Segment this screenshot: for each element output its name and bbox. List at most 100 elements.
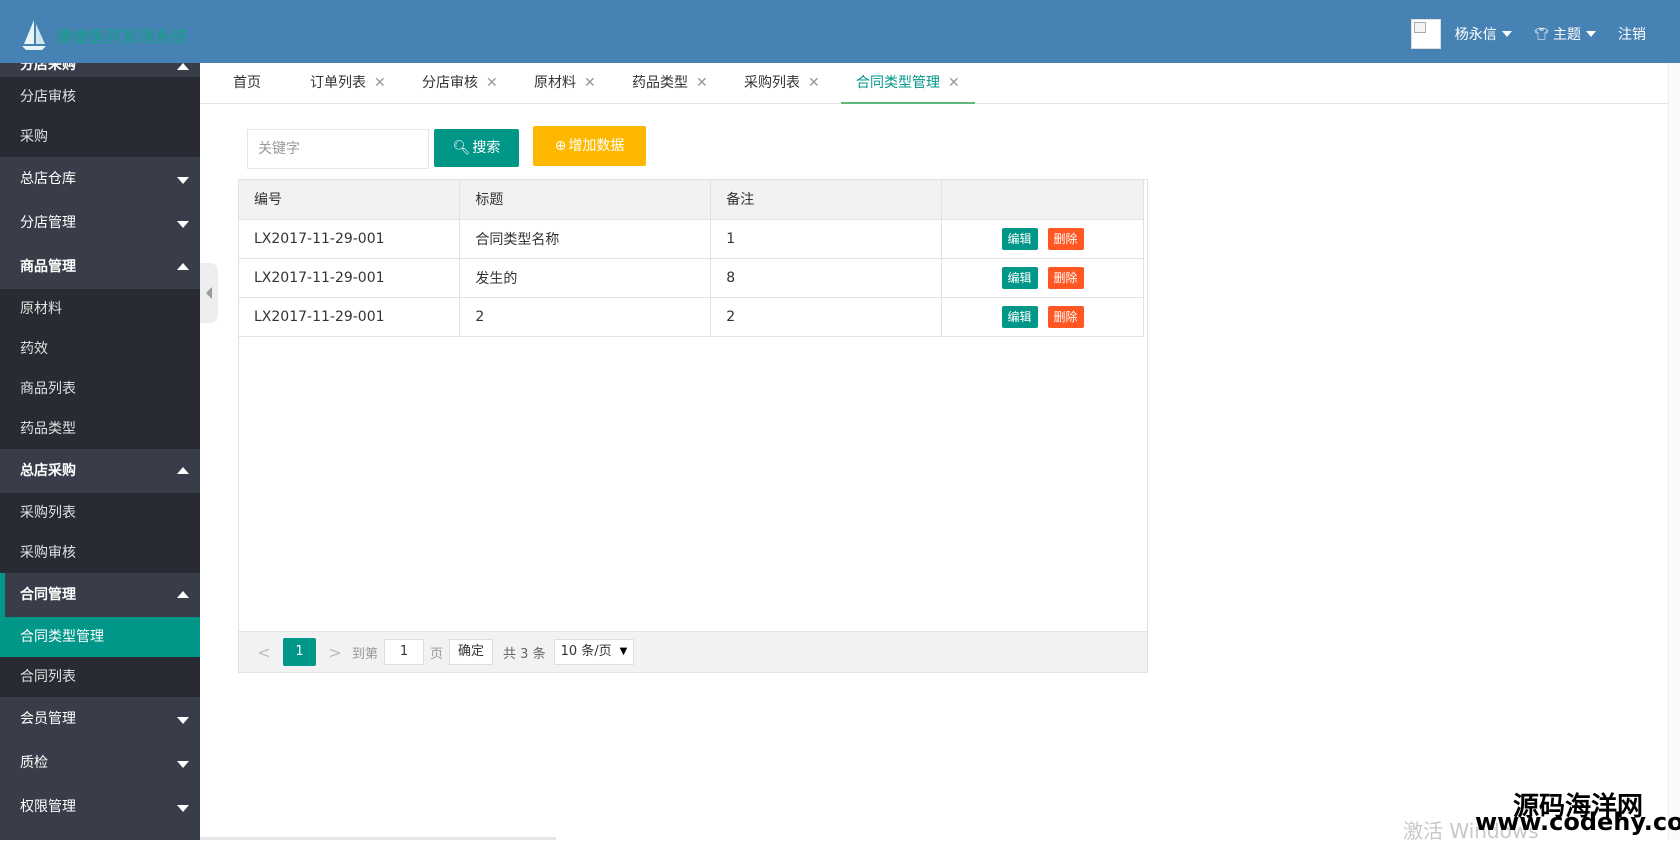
close-icon[interactable]: ✕ [808, 75, 820, 91]
sidebar-group-member[interactable]: 会员管理 [0, 697, 200, 741]
cell-id: LX2017-11-29-001 [239, 258, 461, 298]
edit-button[interactable]: 编辑 [1001, 305, 1038, 328]
sidebar-group-contract[interactable]: 合同管理 [0, 573, 200, 617]
cell-actions: 编辑 删除 [941, 258, 1144, 298]
column-header-id: 编号 [239, 180, 461, 220]
app-title: 康捷医药管理系统 [56, 27, 189, 46]
column-header-actions [941, 180, 1144, 220]
goto-confirm-button[interactable]: 确定 [449, 639, 494, 665]
tab-branch-review[interactable]: 分店审核 ✕ [422, 63, 498, 104]
close-icon[interactable]: ✕ [584, 75, 596, 91]
sidebar-item-branch-review[interactable]: 分店审核 [0, 77, 200, 117]
delete-button[interactable]: 删除 [1047, 266, 1084, 289]
sidebar-item-contract-type[interactable]: 合同类型管理 [0, 617, 200, 657]
tab-raw-material[interactable]: 原材料 ✕ [534, 63, 596, 104]
theme-label: 主题 [1553, 26, 1581, 43]
cell-title: 发生的 [459, 258, 712, 298]
tab-label: 首页 [233, 75, 261, 91]
header-scroll-strip [1668, 2, 1680, 65]
table-row: LX2017-11-29-001 合同类型名称 1 编辑 删除 [239, 219, 1144, 259]
tab-home[interactable]: 首页 [233, 63, 261, 104]
sidebar-item-label: 合同管理 [20, 587, 76, 603]
table-row: LX2017-11-29-001 发生的 8 编辑 删除 [239, 258, 1144, 298]
sidebar-item-contract-list[interactable]: 合同列表 [0, 657, 200, 697]
tab-purchase-list[interactable]: 采购列表 ✕ [744, 63, 820, 104]
avatar[interactable] [1410, 18, 1441, 49]
sidebar-item-label: 权限管理 [20, 799, 76, 815]
cell-note: 8 [710, 258, 943, 298]
sidebar-item-label: 分店管理 [20, 215, 76, 231]
goto-label: 到第 [352, 646, 379, 662]
sidebar-item-purchase-review[interactable]: 采购审核 [0, 533, 200, 573]
chevron-down-icon [1501, 30, 1512, 37]
chevron-down-icon [1586, 30, 1596, 37]
sidebar-item-purchase-list[interactable]: 采购列表 [0, 493, 200, 533]
data-table: 编号 标题 备注 LX2017-11-29-001 合同类型名称 1 编辑 删除 … [238, 179, 1148, 673]
sidebar-item-label: 分店采购 [20, 63, 76, 73]
close-icon[interactable]: ✕ [486, 75, 498, 91]
tab-bar: 首页 订单列表 ✕ 分店审核 ✕ 原材料 ✕ 药品类型 ✕ 采购列表 ✕ 合同类型管理 ✕ [200, 63, 1680, 104]
shirt-icon: 👕︎ [1533, 26, 1549, 41]
app-logo[interactable]: 康捷医药管理系统 [20, 18, 188, 52]
sidebar-collapse-handle[interactable] [200, 263, 218, 323]
chevron-up-icon [177, 263, 189, 270]
sidebar-item-goods-list[interactable]: 商品列表 [0, 369, 200, 409]
goto-page-input[interactable]: 1 [384, 639, 425, 665]
sidebar-item-label: 会员管理 [20, 711, 76, 727]
cell-id: LX2017-11-29-001 [239, 297, 461, 337]
chevron-down-icon [177, 717, 189, 724]
table-row: LX2017-11-29-001 2 2 编辑 删除 [239, 297, 1144, 337]
close-icon[interactable]: ✕ [374, 75, 386, 91]
search-input[interactable]: 关键字 [247, 129, 429, 169]
cell-note: 1 [710, 219, 943, 259]
sidebar-group-quality[interactable]: 质检 [0, 741, 200, 785]
chevron-up-icon [177, 591, 189, 598]
sidebar-group-goods[interactable]: 商品管理 [0, 245, 200, 289]
cell-actions: 编辑 删除 [941, 297, 1144, 337]
search-button[interactable]: 🔍︎ 搜索 [434, 129, 519, 167]
sidebar-item-label: 总店采购 [20, 463, 76, 479]
delete-button[interactable]: 删除 [1047, 305, 1084, 328]
page-size-select[interactable]: 10 条/页 ▼ [553, 639, 635, 665]
edit-button[interactable]: 编辑 [1001, 227, 1038, 250]
sidebar-group-branch-purchase[interactable]: 分店采购 [0, 63, 200, 77]
sidebar: 分店采购 分店审核 采购 总店仓库 分店管理 商品管理 原材料 药效 商品列表 … [0, 63, 200, 840]
tab-order-list[interactable]: 订单列表 ✕ [310, 63, 386, 104]
next-page-button[interactable]: > [324, 643, 346, 662]
sidebar-group-permission[interactable]: 权限管理 [0, 785, 200, 829]
cell-actions: 编辑 删除 [941, 219, 1144, 259]
current-page[interactable]: 1 [283, 638, 316, 666]
tab-label: 订单列表 [310, 75, 366, 91]
tab-drug-type[interactable]: 药品类型 ✕ [632, 63, 708, 104]
search-icon: 🔍︎ [452, 140, 471, 156]
sidebar-item-label: 总店仓库 [20, 171, 76, 187]
user-menu[interactable]: 杨永信 [1455, 24, 1512, 44]
sidebar-item-drug-type[interactable]: 药品类型 [0, 409, 200, 449]
theme-menu[interactable]: 👕︎ 主题 [1534, 24, 1596, 44]
total-count: 共 3 条 [503, 646, 546, 662]
page-scrollbar[interactable] [1668, 63, 1680, 840]
prev-page-button[interactable]: < [253, 643, 275, 662]
chevron-down-icon [177, 177, 189, 184]
sidebar-group-branch-manage[interactable]: 分店管理 [0, 201, 200, 245]
pagination: < 1 > 到第 1 页 确定 共 3 条 10 条/页 ▼ [239, 631, 1147, 672]
delete-button[interactable]: 删除 [1047, 227, 1084, 250]
sidebar-item-efficacy[interactable]: 药效 [0, 329, 200, 369]
edit-button[interactable]: 编辑 [1001, 266, 1038, 289]
tab-label: 分店审核 [422, 75, 478, 91]
sidebar-group-hq-purchase[interactable]: 总店采购 [0, 449, 200, 493]
search-button-label: 搜索 [472, 140, 501, 156]
sidebar-item-label: 质检 [20, 755, 48, 771]
dropdown-arrow-icon: ▼ [619, 646, 628, 657]
add-button-label: 增加数据 [568, 138, 625, 154]
close-icon[interactable]: ✕ [696, 75, 708, 91]
close-icon[interactable]: ✕ [948, 75, 960, 91]
site-watermark-url: www.codehy.com [1475, 808, 1680, 836]
add-data-button[interactable]: ⊕ 增加数据 [533, 126, 646, 166]
sidebar-item-raw-material[interactable]: 原材料 [0, 289, 200, 329]
sidebar-group-hq-warehouse[interactable]: 总店仓库 [0, 157, 200, 201]
sidebar-item-purchase[interactable]: 采购 [0, 117, 200, 157]
logout-link[interactable]: 注销 [1618, 24, 1646, 44]
tab-contract-type[interactable]: 合同类型管理 ✕ [841, 63, 975, 104]
column-header-title: 标题 [459, 180, 712, 220]
